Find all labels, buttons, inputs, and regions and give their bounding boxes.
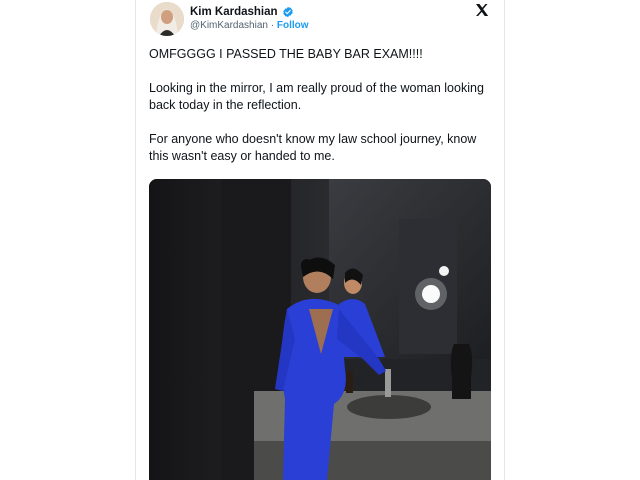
author-name-row: Kim Kardashian	[190, 4, 294, 20]
verified-badge-icon	[282, 6, 293, 18]
tweet-text: OMFGGGG I PASSED THE BABY BAR EXAM!!!! L…	[149, 46, 494, 182]
x-logo-icon[interactable]	[474, 2, 490, 18]
author-handle[interactable]: @KimKardashian	[190, 20, 268, 31]
tweet-paragraph: For anyone who doesn't know my law schoo…	[149, 132, 477, 163]
tweet-paragraph: Looking in the mirror, I am really proud…	[149, 81, 484, 112]
author-name[interactable]: Kim Kardashian	[190, 6, 278, 18]
separator: ·	[270, 20, 275, 31]
author-handle-row: @KimKardashian · Follow	[190, 20, 309, 31]
follow-button[interactable]: Follow	[277, 20, 309, 31]
avatar[interactable]	[150, 2, 184, 36]
tweet-paragraph: OMFGGGG I PASSED THE BABY BAR EXAM!!!!	[149, 47, 423, 61]
photo-illustration	[149, 179, 491, 480]
tweet-photo[interactable]	[149, 179, 491, 480]
